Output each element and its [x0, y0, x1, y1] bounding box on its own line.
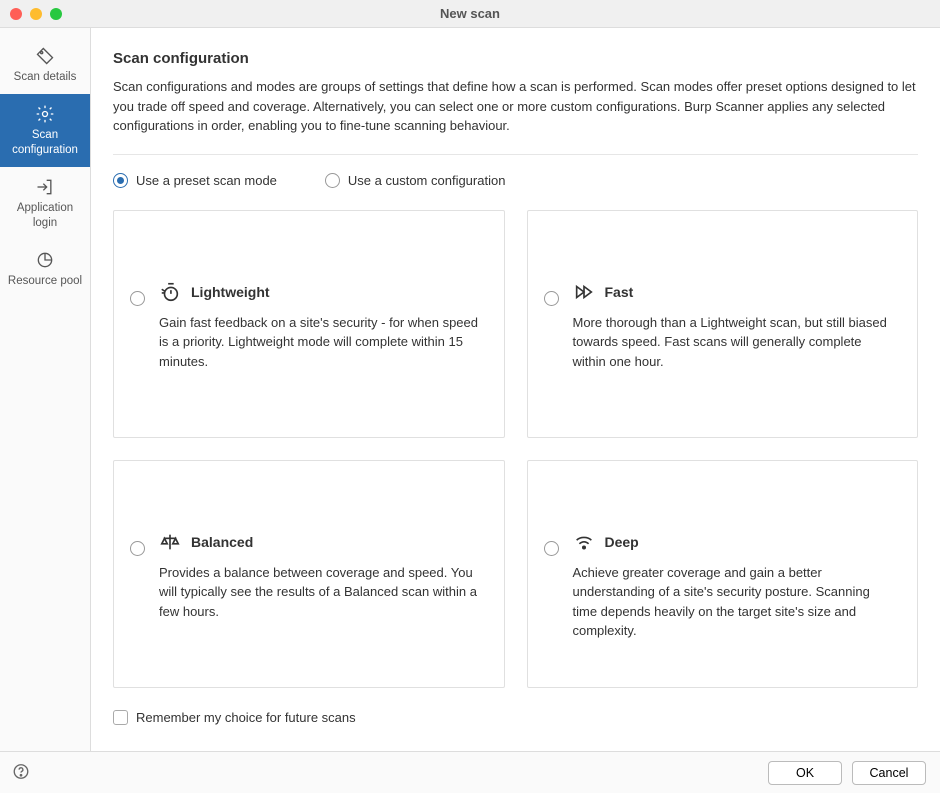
remember-checkbox-row[interactable]: Remember my choice for future scans [113, 710, 918, 725]
radio-preset-mode[interactable]: Use a preset scan mode [113, 173, 277, 188]
titlebar: New scan [0, 0, 940, 28]
remember-label: Remember my choice for future scans [136, 710, 356, 725]
fast-forward-icon [573, 281, 595, 303]
window-title: New scan [0, 6, 940, 21]
footer: OK Cancel [0, 751, 940, 793]
preset-cards: Lightweight Gain fast feedback on a site… [113, 210, 918, 688]
card-title: Balanced [191, 534, 253, 550]
radio-icon [544, 291, 559, 306]
sidebar-item-resource-pool[interactable]: Resource pool [0, 240, 90, 298]
help-icon[interactable] [12, 762, 30, 783]
card-lightweight[interactable]: Lightweight Gain fast feedback on a site… [113, 210, 505, 438]
gear-icon [35, 104, 55, 124]
sidebar-item-label: Application login [4, 201, 86, 230]
sidebar-item-application-login[interactable]: Application login [0, 167, 90, 240]
tag-icon [35, 46, 55, 66]
radio-label: Use a preset scan mode [136, 173, 277, 188]
card-fast[interactable]: Fast More thorough than a Lightweight sc… [527, 210, 919, 438]
sidebar-item-label: Scan details [14, 70, 77, 84]
zoom-window-button[interactable] [50, 8, 62, 20]
ok-button[interactable]: OK [768, 761, 842, 785]
minimize-window-button[interactable] [30, 8, 42, 20]
checkbox-icon [113, 710, 128, 725]
card-deep[interactable]: Deep Achieve greater coverage and gain a… [527, 460, 919, 688]
main-content: Scan configuration Scan configurations a… [91, 28, 940, 751]
card-description: Gain fast feedback on a site's security … [159, 313, 484, 372]
pie-icon [35, 250, 55, 270]
sidebar-item-scan-configuration[interactable]: Scan configuration [0, 94, 90, 167]
radio-custom-configuration[interactable]: Use a custom configuration [325, 173, 506, 188]
card-description: Provides a balance between coverage and … [159, 563, 484, 622]
sidebar-item-label: Scan configuration [4, 128, 86, 157]
radio-icon [544, 541, 559, 556]
radio-icon [130, 291, 145, 306]
wifi-icon [573, 531, 595, 553]
section-description: Scan configurations and modes are groups… [113, 77, 918, 136]
card-description: More thorough than a Lightweight scan, b… [573, 313, 898, 372]
window-controls [0, 8, 62, 20]
radio-icon [325, 173, 340, 188]
stopwatch-icon [159, 281, 181, 303]
mode-selector: Use a preset scan mode Use a custom conf… [113, 173, 918, 188]
card-balanced[interactable]: Balanced Provides a balance between cove… [113, 460, 505, 688]
section-title: Scan configuration [113, 50, 918, 67]
sidebar: Scan details Scan configuration Applicat… [0, 28, 91, 751]
balance-icon [159, 531, 181, 553]
radio-icon [113, 173, 128, 188]
radio-icon [130, 541, 145, 556]
sidebar-item-label: Resource pool [8, 274, 82, 288]
login-icon [35, 177, 55, 197]
card-title: Lightweight [191, 284, 270, 300]
sidebar-item-scan-details[interactable]: Scan details [0, 36, 90, 94]
cancel-button[interactable]: Cancel [852, 761, 926, 785]
radio-label: Use a custom configuration [348, 173, 506, 188]
card-title: Fast [605, 284, 634, 300]
close-window-button[interactable] [10, 8, 22, 20]
card-description: Achieve greater coverage and gain a bett… [573, 563, 898, 641]
divider [113, 154, 918, 155]
card-title: Deep [605, 534, 639, 550]
